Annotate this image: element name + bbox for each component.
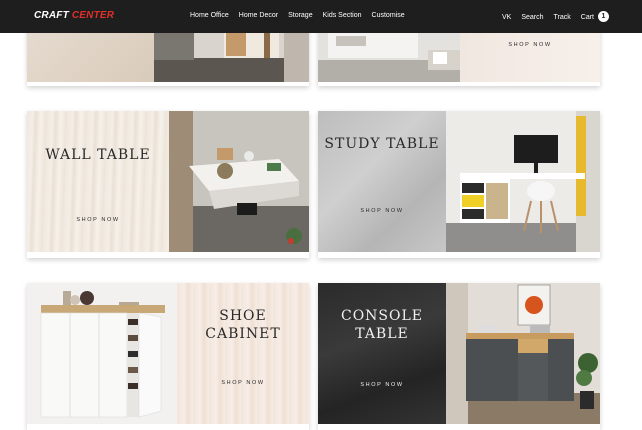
nav-home-office[interactable]: Home Office <box>190 12 229 19</box>
shoe-cabinet-panel <box>177 283 309 424</box>
banner-shoe-cabinet[interactable]: SHOE CABINET SHOP NOW <box>27 283 309 430</box>
brand-logo-part2: CENTER <box>68 10 115 21</box>
study-table-photo-svg <box>446 111 600 252</box>
shop-now-link[interactable]: SHOP NOW <box>318 382 446 388</box>
shoe-cabinet-photo <box>27 283 177 424</box>
shoe-cabinet-title-line2: CABINET <box>205 326 281 343</box>
card-bottom-bar <box>27 82 309 86</box>
card-bottom-bar <box>318 82 600 86</box>
shop-now-link[interactable]: SHOP NOW <box>27 217 169 223</box>
shoe-cabinet-title: SHOE CABINET <box>177 307 309 343</box>
wall-table-photo <box>169 111 309 252</box>
top-navbar: CRAFT CENTER Home Office Home Decor Stor… <box>0 0 642 33</box>
shop-now-link[interactable]: SHOP NOW <box>318 208 446 214</box>
nav-storage[interactable]: Storage <box>288 12 313 19</box>
nav-search[interactable]: Search <box>521 14 543 21</box>
cart-label: Cart <box>580 13 594 21</box>
banner-console-table[interactable]: CONSOLE TABLE SHOP NOW <box>318 283 600 430</box>
banner-study-table[interactable]: STUDY TABLE SHOP NOW <box>318 111 600 258</box>
console-table-photo <box>446 283 600 424</box>
banner-wall-table[interactable]: WALL TABLE SHOP NOW <box>27 111 309 258</box>
console-table-title: CONSOLE TABLE <box>318 307 446 343</box>
console-table-photo-svg <box>446 283 600 424</box>
nav-customise[interactable]: Customise <box>372 12 405 19</box>
shop-now-link[interactable]: SHOP NOW <box>177 380 309 386</box>
wall-table-photo-svg <box>169 111 309 252</box>
nav-home-decor[interactable]: Home Decor <box>239 12 278 19</box>
console-table-title-line1: CONSOLE <box>340 308 424 324</box>
brand-logo-part1: CRAFT <box>34 10 69 21</box>
card-bottom-bar <box>318 252 600 258</box>
brand-logo[interactable]: CRAFT CENTER <box>34 10 114 21</box>
wall-table-title: WALL TABLE <box>45 147 151 163</box>
shoe-cabinet-title-line1: SHOE <box>219 308 267 324</box>
wall-table-bg <box>27 111 169 252</box>
nav-track[interactable]: Track <box>554 14 571 21</box>
nav-vk[interactable]: VK <box>502 14 511 21</box>
nav-cart[interactable]: Cart 1 <box>580 11 609 22</box>
card-bottom-bar <box>318 424 600 430</box>
card-bottom-bar <box>27 424 309 430</box>
nav-kids-section[interactable]: Kids Section <box>323 12 362 19</box>
study-table-title: STUDY TABLE <box>324 136 440 152</box>
study-table-bg <box>318 111 446 252</box>
card-bottom-bar <box>27 252 309 258</box>
console-table-bg <box>318 283 446 424</box>
console-table-title-line2: TABLE <box>355 326 409 343</box>
shoe-cabinet-photo-svg <box>27 283 177 424</box>
study-table-photo <box>446 111 600 252</box>
cart-count-badge: 1 <box>598 11 609 22</box>
shop-now-link[interactable]: SHOP NOW <box>460 42 600 48</box>
main-nav: Home Office Home Decor Storage Kids Sect… <box>190 12 405 19</box>
nav-right: VK Search Track Cart 1 <box>502 11 609 22</box>
